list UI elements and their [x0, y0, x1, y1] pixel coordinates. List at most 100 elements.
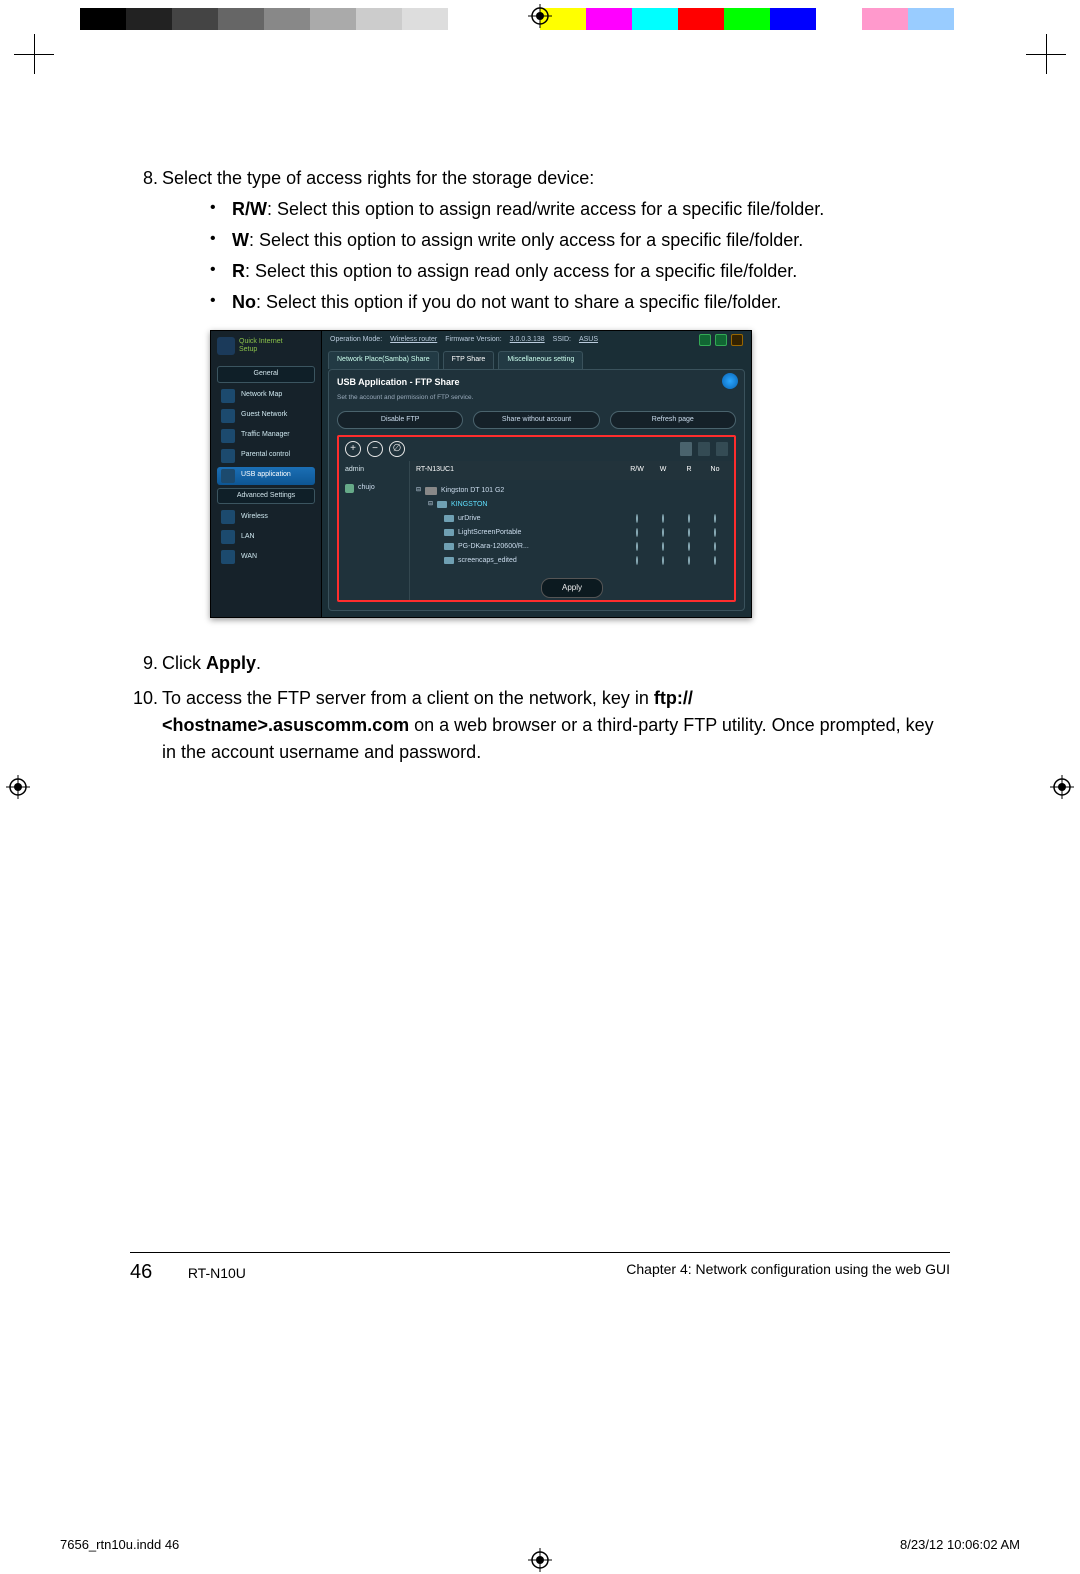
nav-icon — [221, 389, 235, 403]
panel-title: USB Application - FTP Share — [337, 376, 736, 390]
nav-icon — [221, 550, 235, 564]
radio-rw[interactable] — [636, 542, 638, 551]
step-10: 10. To access the FTP server from a clie… — [130, 685, 950, 766]
registration-mark-icon — [6, 775, 30, 799]
panel-subtitle: Set the account and permission of FTP se… — [337, 393, 736, 403]
tab-misc[interactable]: Miscellaneous setting — [498, 351, 583, 369]
save-icon[interactable] — [680, 442, 692, 456]
sidebar-item[interactable]: WAN — [217, 548, 315, 566]
status-led-icon — [699, 334, 711, 346]
quick-internet-setup[interactable]: Quick Internet Setup — [211, 331, 321, 363]
sidebar-item[interactable]: Guest Network — [217, 407, 315, 425]
ftp-panel: USB Application - FTP Share Set the acco… — [328, 369, 745, 611]
sidebar-header-general: General — [217, 366, 315, 383]
radio-no[interactable] — [714, 542, 716, 551]
ssid-link[interactable]: ASUS — [579, 335, 598, 346]
radio-w[interactable] — [662, 556, 664, 565]
nav-icon — [221, 449, 235, 463]
sidebar-item[interactable]: USB application — [217, 467, 315, 485]
tree-row[interactable]: urDrive — [416, 512, 728, 526]
radio-rw[interactable] — [636, 514, 638, 523]
list-item: W: Select this option to assign write on… — [210, 227, 950, 254]
radio-rw[interactable] — [636, 528, 638, 537]
refresh-icon[interactable] — [722, 373, 738, 389]
nav-icon — [221, 510, 235, 524]
sidebar-header-advanced: Advanced Settings — [217, 488, 315, 505]
radio-r[interactable] — [688, 556, 690, 565]
registration-mark-icon — [1050, 775, 1074, 799]
step-number: 10. — [130, 685, 158, 766]
page-number: 46 — [130, 1261, 152, 1283]
operation-mode-link[interactable]: Wireless router — [390, 335, 437, 346]
radio-no[interactable] — [714, 514, 716, 523]
radio-r[interactable] — [688, 528, 690, 537]
firmware-link[interactable]: 3.0.0.3.138 — [510, 335, 545, 346]
user-row[interactable]: chujo — [339, 480, 409, 497]
radio-rw[interactable] — [636, 556, 638, 565]
radio-w[interactable] — [662, 514, 664, 523]
indesign-slug: 7656_rtn10u.indd 46 8/23/12 10:06:02 AM — [60, 1537, 1020, 1552]
folder-icon — [444, 515, 454, 522]
radio-r[interactable] — [688, 542, 690, 551]
radio-r[interactable] — [688, 514, 690, 523]
col-rw: R/W — [624, 465, 650, 476]
tree-row[interactable]: screencaps_edited — [416, 554, 728, 568]
usb-led-icon — [715, 334, 727, 346]
nav-icon — [221, 530, 235, 544]
radio-no[interactable] — [714, 528, 716, 537]
tree-row[interactable]: ⊟Kingston DT 101 G2 — [416, 484, 728, 498]
nav-icon — [221, 409, 235, 423]
radio-w[interactable] — [662, 542, 664, 551]
nav-icon — [221, 469, 235, 483]
lock-led-icon — [731, 334, 743, 346]
avatar-icon — [345, 484, 354, 493]
step-8: 8. Select the type of access rights for … — [130, 165, 950, 642]
tree-row[interactable]: PG-DKara-120600/R... — [416, 540, 728, 554]
sidebar-item[interactable]: Network Map — [217, 387, 315, 405]
add-user-button[interactable]: + — [345, 441, 361, 457]
nav-icon — [221, 429, 235, 443]
edit-user-button[interactable]: ∅ — [389, 441, 405, 457]
col-no: No — [702, 465, 728, 476]
refresh-page-button[interactable]: Refresh page — [610, 411, 736, 430]
user-toolbar: + − ∅ — [339, 437, 734, 461]
tree-row[interactable]: ⊟KINGSTON — [416, 498, 728, 512]
model-name: RT-N10U — [188, 1265, 246, 1281]
drive-icon — [425, 487, 437, 495]
sidebar-item[interactable]: Parental control — [217, 447, 315, 465]
tab-ftp[interactable]: FTP Share — [443, 351, 495, 369]
device-name: RT-N13UC1 — [416, 465, 624, 476]
access-rights-list: R/W: Select this option to assign read/w… — [210, 196, 950, 316]
apply-button[interactable]: Apply — [541, 578, 603, 598]
sidebar-item[interactable]: LAN — [217, 528, 315, 546]
folder-icon — [444, 543, 454, 550]
list-item: R: Select this option to assign read onl… — [210, 258, 950, 285]
export-icon[interactable] — [698, 442, 710, 456]
folder-icon — [437, 501, 447, 508]
folder-icon — [444, 529, 454, 536]
chapter-title: Chapter 4: Network configuration using t… — [626, 1261, 950, 1284]
disable-ftp-button[interactable]: Disable FTP — [337, 411, 463, 430]
list-item: R/W: Select this option to assign read/w… — [210, 196, 950, 223]
wand-icon — [217, 337, 235, 355]
router-statusbar: Operation Mode: Wireless router Firmware… — [322, 331, 751, 349]
sidebar-item[interactable]: Wireless — [217, 508, 315, 526]
import-icon[interactable] — [716, 442, 728, 456]
share-without-account-button[interactable]: Share without account — [473, 411, 599, 430]
radio-no[interactable] — [714, 556, 716, 565]
remove-user-button[interactable]: − — [367, 441, 383, 457]
file-slug: 7656_rtn10u.indd 46 — [60, 1537, 179, 1552]
tab-samba[interactable]: Network Place(Samba) Share — [328, 351, 439, 369]
tree-row[interactable]: LightScreenPortable — [416, 526, 728, 540]
step-number: 9. — [130, 650, 158, 677]
col-w: W — [650, 465, 676, 476]
crop-mark-icon — [14, 34, 54, 74]
timestamp-slug: 8/23/12 10:06:02 AM — [900, 1537, 1020, 1552]
sidebar-item[interactable]: Traffic Manager — [217, 427, 315, 445]
users-column: admin chujo — [339, 461, 410, 600]
radio-w[interactable] — [662, 528, 664, 537]
page-body: 8. Select the type of access rights for … — [130, 165, 950, 774]
list-item: No: Select this option if you do not wan… — [210, 289, 950, 316]
highlighted-area: + − ∅ — [337, 435, 736, 602]
router-tabs: Network Place(Samba) Share FTP Share Mis… — [322, 349, 751, 369]
